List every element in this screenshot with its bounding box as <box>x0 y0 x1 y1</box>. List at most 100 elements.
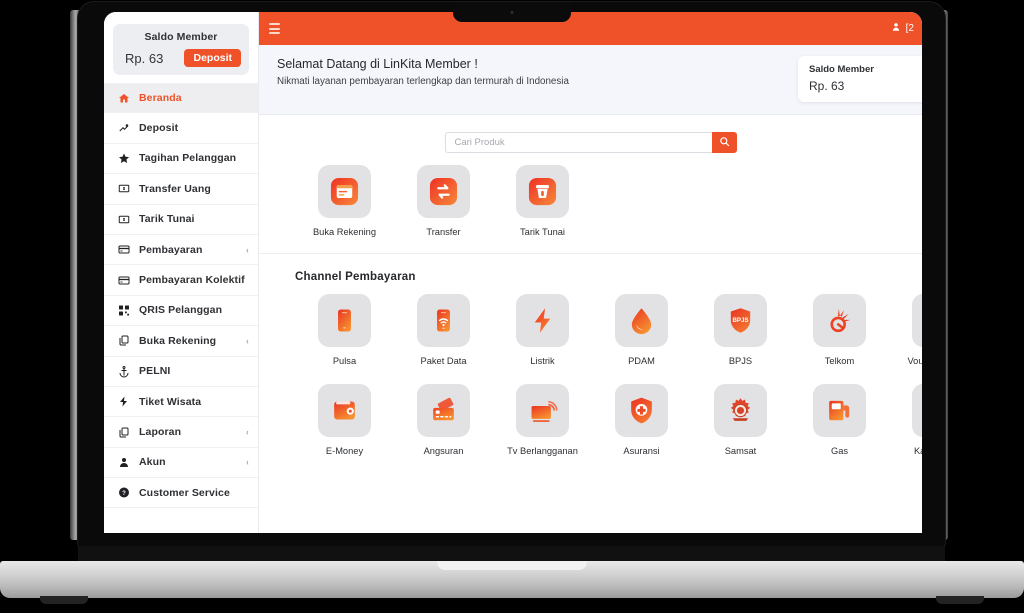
sidebar-item-pembayaran-kolektif[interactable]: Pembayaran Kolektif <box>104 265 258 296</box>
webcam-icon <box>510 11 514 14</box>
data-package-icon <box>428 305 459 336</box>
sidebar-item-deposit[interactable]: Deposit <box>104 113 258 144</box>
withdraw-icon <box>527 176 558 207</box>
tile-tarik-tunai[interactable]: Tarik Tunai <box>493 165 592 239</box>
tile-kartu-kredit[interactable]: Kartu Kredit <box>889 384 922 458</box>
chevron-icon: ‹ <box>246 457 249 468</box>
tile-label: Gas <box>830 446 849 457</box>
sidebar-item-akun[interactable]: Akun ‹ <box>104 448 258 479</box>
star-icon <box>118 143 130 174</box>
sidebar-item-transfer-uang[interactable]: Transfer Uang <box>104 173 258 205</box>
tile-icon-box <box>912 384 922 438</box>
search-icon <box>719 135 730 150</box>
tile-label: Kartu Kredit <box>913 446 922 457</box>
sidebar-item-label: Beranda <box>139 92 182 105</box>
tile-bpjs[interactable]: BPJS BPJS <box>691 293 790 368</box>
cash-icon <box>118 204 130 235</box>
help-icon: ? <box>118 477 130 508</box>
bolt-icon <box>527 305 558 336</box>
tile-paket-data[interactable]: Paket Data <box>394 293 493 368</box>
sidebar-item-pelni[interactable]: PELNI <box>104 357 258 387</box>
qr-icon <box>118 295 130 326</box>
welcome-band: Selamat Datang di LinKita Member ! Nikma… <box>259 45 922 115</box>
content-area: Buka Rekening <box>259 115 922 533</box>
tv-icon <box>527 395 558 426</box>
laptop-mockup: Saldo Member Rp. 63 Deposit Beranda Depo… <box>0 0 1024 613</box>
sidebar-balance-amount: Rp. 63 <box>125 50 164 66</box>
tile-label: Transfer <box>426 227 461 237</box>
laptop-base <box>0 561 1024 598</box>
tile-asuransi[interactable]: Asuransi <box>592 384 691 458</box>
tile-icon-box <box>813 384 866 438</box>
insurance-shield-icon <box>626 395 657 426</box>
tile-label: Paket Data <box>420 355 467 366</box>
tile-pulsa[interactable]: Pulsa <box>295 293 394 368</box>
report-icon <box>118 417 130 448</box>
chevron-icon: ‹ <box>246 244 249 255</box>
hamburger-icon[interactable] <box>269 23 280 34</box>
tile-samsat[interactable]: Samsat <box>691 384 790 458</box>
sidebar-item-label: PELNI <box>139 365 171 378</box>
sidebar-item-buka-rekening[interactable]: Buka Rekening ‹ <box>104 325 258 357</box>
tile-angsuran[interactable]: Angsuran <box>394 384 493 458</box>
tile-pdam[interactable]: PDAM <box>592 293 691 368</box>
sidebar-item-tiket-wisata[interactable]: Tiket Wisata <box>104 386 258 418</box>
sidebar-item-label: Akun <box>139 456 166 469</box>
topbar: [2 <box>259 12 922 45</box>
sidebar-item-label: Laporan <box>139 425 182 438</box>
main-area: [2 Selamat Datang di LinKita Member ! Ni… <box>259 12 922 533</box>
telkom-icon <box>824 305 855 336</box>
sidebar-balance-card: Saldo Member Rp. 63 Deposit <box>113 24 249 75</box>
welcome-text-block: Selamat Datang di LinKita Member ! Nikma… <box>277 56 569 87</box>
tile-icon-box <box>318 165 371 218</box>
topbar-user-area[interactable]: [2 <box>891 22 914 35</box>
phone-icon <box>329 305 360 336</box>
tile-icon-box: BPJS <box>714 293 767 347</box>
sidebar-balance-title: Saldo Member <box>144 31 218 43</box>
deposit-icon <box>118 113 130 144</box>
sidebar-item-customer-service[interactable]: ? Customer Service <box>104 477 258 509</box>
ticket-icon <box>118 386 130 417</box>
svg-text:BPJS: BPJS <box>732 316 748 323</box>
section-heading: Channel Pembayaran <box>295 270 416 283</box>
tile-telkom[interactable]: Telkom <box>790 293 889 368</box>
sidebar-item-beranda[interactable]: Beranda <box>104 83 258 114</box>
tile-label: Tarik Tunai <box>520 227 565 237</box>
tile-gas[interactable]: Gas <box>790 384 889 458</box>
user-icon <box>891 22 901 35</box>
search-input[interactable] <box>444 132 712 153</box>
channel-row-1: Pulsa Paket Data Listrik PDAM BPJS BPJS … <box>259 293 922 368</box>
channel-row-2: E-Money Angsuran Tv Berlangganan Asurans… <box>259 384 922 458</box>
deposit-button[interactable]: Deposit <box>184 49 241 67</box>
sidebar-nav: Beranda Deposit Tagihan Pelanggan Transf… <box>104 83 258 509</box>
tile-icon-box <box>714 384 767 438</box>
sidebar-item-label: Deposit <box>139 122 179 135</box>
tile-e-money[interactable]: E-Money <box>295 384 394 458</box>
tile-label: Telkom <box>824 355 855 366</box>
tile-label: Samsat <box>724 446 757 457</box>
tile-icon-box <box>912 293 922 347</box>
tile-label: Pulsa <box>332 355 357 366</box>
browser-viewport: Saldo Member Rp. 63 Deposit Beranda Depo… <box>104 12 922 533</box>
search-bar <box>444 132 737 153</box>
copy-icon <box>118 325 130 356</box>
tile-voucher-game[interactable]: Voucher Game <box>889 293 922 368</box>
tile-label: Listrik <box>530 355 555 366</box>
money-icon <box>118 173 130 204</box>
page-subtitle: Nikmati layanan pembayaran terlengkap da… <box>277 75 569 87</box>
tile-label: BPJS <box>728 355 753 366</box>
chevron-icon: ‹ <box>246 426 249 437</box>
search-button[interactable] <box>711 132 737 153</box>
sidebar-item-qris-pelanggan[interactable]: QRIS Pelanggan <box>104 295 258 327</box>
sidebar-item-tagihan-pelanggan[interactable]: Tagihan Pelanggan <box>104 143 258 175</box>
tile-buka-rekening[interactable]: Buka Rekening <box>295 165 394 239</box>
sidebar-item-pembayaran[interactable]: Pembayaran ‹ <box>104 235 258 266</box>
tile-transfer[interactable]: Transfer <box>394 165 493 239</box>
credit-card-icon <box>428 395 459 426</box>
sidebar-item-laporan[interactable]: Laporan ‹ <box>104 417 258 448</box>
tile-label: Tv Berlangganan <box>507 446 578 457</box>
sidebar-item-tarik-tunai[interactable]: Tarik Tunai <box>104 205 258 235</box>
header-balance-title: Saldo Member <box>809 64 874 75</box>
tile-listrik[interactable]: Listrik <box>493 293 592 368</box>
tile-tv-berlangganan[interactable]: Tv Berlangganan <box>493 384 592 458</box>
